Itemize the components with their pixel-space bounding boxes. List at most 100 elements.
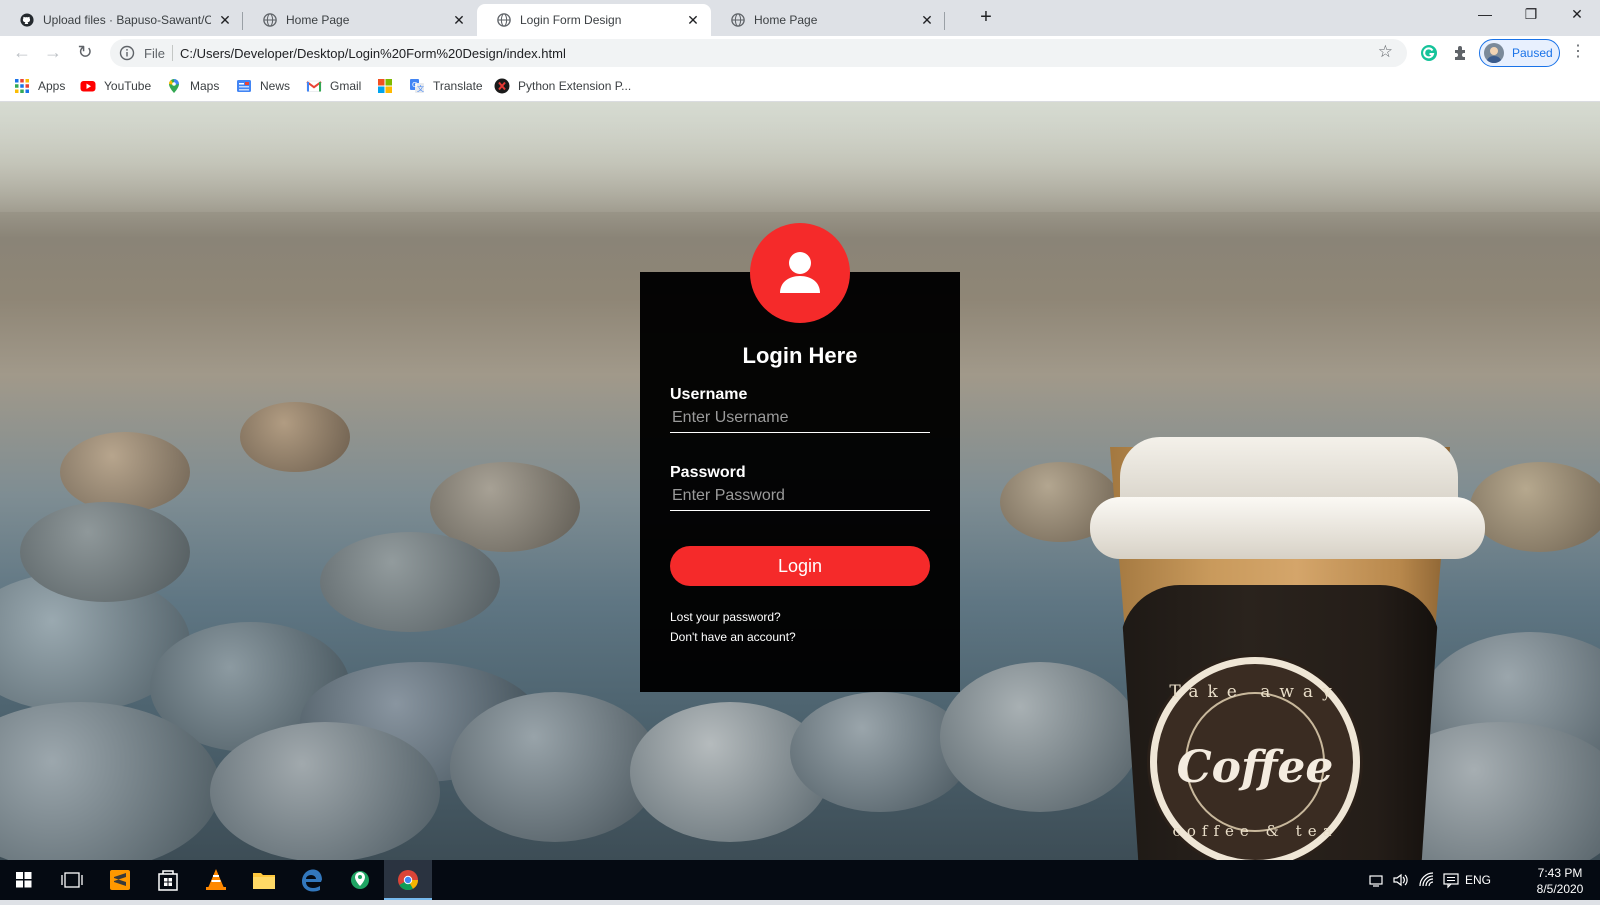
globe-icon [263, 13, 277, 27]
address-divider [172, 45, 173, 61]
close-icon[interactable]: ✕ [217, 12, 233, 28]
taskbar-maps-app[interactable] [336, 860, 384, 900]
globe-icon [731, 13, 745, 27]
info-icon[interactable] [119, 45, 135, 61]
bookmark-star-icon[interactable]: ☆ [1378, 42, 1393, 62]
volume-icon[interactable] [1392, 871, 1410, 889]
taskbar-store[interactable] [144, 860, 192, 900]
taskbar-vlc[interactable] [192, 860, 240, 900]
password-label: Password [670, 464, 746, 481]
bookmark-label: Translate [433, 79, 483, 93]
cup-lid-rim [1090, 497, 1485, 559]
vlc-cone-icon [206, 869, 226, 890]
chrome-icon [398, 870, 419, 891]
badge-word: Coffee [1176, 742, 1334, 793]
bookmark-label: Apps [38, 79, 66, 93]
task-view-icon [61, 872, 83, 888]
bookmark-label: News [260, 79, 291, 93]
profile-label: Paused [1512, 46, 1553, 60]
new-tab-button[interactable]: + [976, 7, 996, 28]
bookmark-label: Gmail [330, 79, 362, 93]
translate-icon: G文 [410, 79, 424, 93]
close-icon[interactable]: ✕ [919, 12, 935, 28]
bookmark-news[interactable]: News [236, 76, 290, 96]
coffee-logo-badge: Take away Coffee coffee & tea [1150, 657, 1360, 860]
clock-date: 8/5/2020 [1536, 882, 1584, 896]
network-icon[interactable] [1368, 871, 1386, 889]
back-button[interactable]: ← [10, 41, 34, 65]
password-input[interactable] [670, 481, 930, 511]
grammarly-icon[interactable] [1419, 43, 1439, 63]
badge-top-text: Take away [1169, 682, 1341, 702]
windows-taskbar: ENG 7:43 PM 8/5/2020 [0, 860, 1600, 900]
notifications-icon[interactable] [1442, 871, 1460, 889]
tab-separator [944, 12, 945, 30]
taskbar-sublime[interactable] [96, 860, 144, 900]
tab-upload-files[interactable]: Upload files · Bapuso-Sawant/CS ✕ [0, 4, 243, 36]
bookmark-maps[interactable]: Maps [166, 76, 219, 96]
bookmark-label: YouTube [104, 79, 152, 93]
user-icon [780, 252, 820, 293]
taskbar-chrome[interactable] [384, 860, 432, 900]
tab-home-page-2[interactable]: Home Page ✕ [711, 4, 945, 36]
login-title: Login Here [742, 343, 858, 368]
maps-pin-icon [169, 79, 179, 93]
taskbar-edge[interactable] [288, 860, 336, 900]
colorful-grid-icon [378, 79, 392, 93]
tab-title: Upload files · Bapuso-Sawant/CS [43, 13, 211, 27]
restore-button[interactable]: ❐ [1508, 0, 1554, 30]
username-label: Username [670, 386, 748, 403]
language-indicator[interactable]: ENG [1465, 873, 1491, 887]
gmail-icon [306, 80, 322, 92]
bookmark-apps[interactable]: Apps [14, 76, 65, 96]
username-input[interactable] [670, 403, 930, 433]
system-clock[interactable]: 7:43 PM 8/5/2020 [1528, 865, 1592, 897]
bookmark-python-extension[interactable]: Python Extension P... [494, 76, 631, 96]
tab-title: Home Page [754, 13, 818, 27]
bookmark-youtube[interactable]: YouTube [80, 76, 151, 96]
globe-icon [497, 13, 511, 27]
bookmark-label: Maps [190, 79, 220, 93]
windows-logo-icon [16, 872, 32, 888]
user-avatar-circle [750, 223, 850, 323]
close-icon[interactable]: ✕ [685, 12, 701, 28]
bookmarks-bar: Apps YouTube Maps News Gmail G文 Translat… [0, 70, 1600, 102]
avatar [1484, 43, 1504, 63]
login-card: Login Here Username Password Login Lost … [640, 272, 960, 692]
page-viewport: Take away Coffee coffee & tea Login Here… [0, 102, 1600, 860]
tab-home-page-1[interactable]: Home Page ✕ [243, 4, 477, 36]
wifi-icon[interactable] [1418, 871, 1436, 889]
taskbar-file-explorer[interactable] [240, 860, 288, 900]
minimize-button[interactable]: — [1462, 0, 1508, 30]
tab-title: Login Form Design [520, 13, 622, 27]
extensions-puzzle-icon[interactable] [1451, 43, 1471, 63]
address-bar[interactable]: File C:/Users/Developer/Desktop/Login%20… [110, 39, 1407, 67]
task-view-button[interactable] [48, 860, 96, 900]
login-button[interactable]: Login [670, 546, 930, 586]
svg-text:文: 文 [417, 84, 424, 93]
lost-password-link[interactable]: Lost your password? [670, 610, 781, 624]
bookmark-ms-grid[interactable] [377, 76, 401, 96]
forward-button[interactable]: → [41, 41, 65, 65]
close-icon[interactable]: ✕ [451, 12, 467, 28]
apps-grid-icon [15, 79, 29, 93]
github-icon [20, 13, 34, 27]
bookmark-gmail[interactable]: Gmail [306, 76, 361, 96]
sublime-text-icon [110, 870, 130, 890]
news-icon [237, 80, 251, 92]
menu-kebab-icon[interactable]: ⋮ [1570, 43, 1586, 63]
no-account-link[interactable]: Don't have an account? [670, 630, 796, 644]
edge-icon [302, 869, 322, 892]
start-button[interactable] [0, 860, 48, 900]
window-close-button[interactable]: ✕ [1554, 0, 1600, 30]
clock-time: 7:43 PM [1537, 866, 1583, 880]
profile-button[interactable]: Paused [1479, 39, 1560, 67]
bookmark-translate[interactable]: G文 Translate [409, 76, 483, 96]
python-extension-icon [494, 78, 510, 94]
reload-button[interactable]: ↻ [73, 41, 97, 65]
tab-login-form-design[interactable]: Login Form Design ✕ [477, 4, 711, 36]
scheme-label: File [144, 46, 165, 61]
url-text[interactable]: C:/Users/Developer/Desktop/Login%20Form%… [180, 46, 566, 61]
bookmark-label: Python Extension P... [518, 79, 632, 93]
tab-strip: Upload files · Bapuso-Sawant/CS ✕ Home P… [0, 0, 1600, 36]
